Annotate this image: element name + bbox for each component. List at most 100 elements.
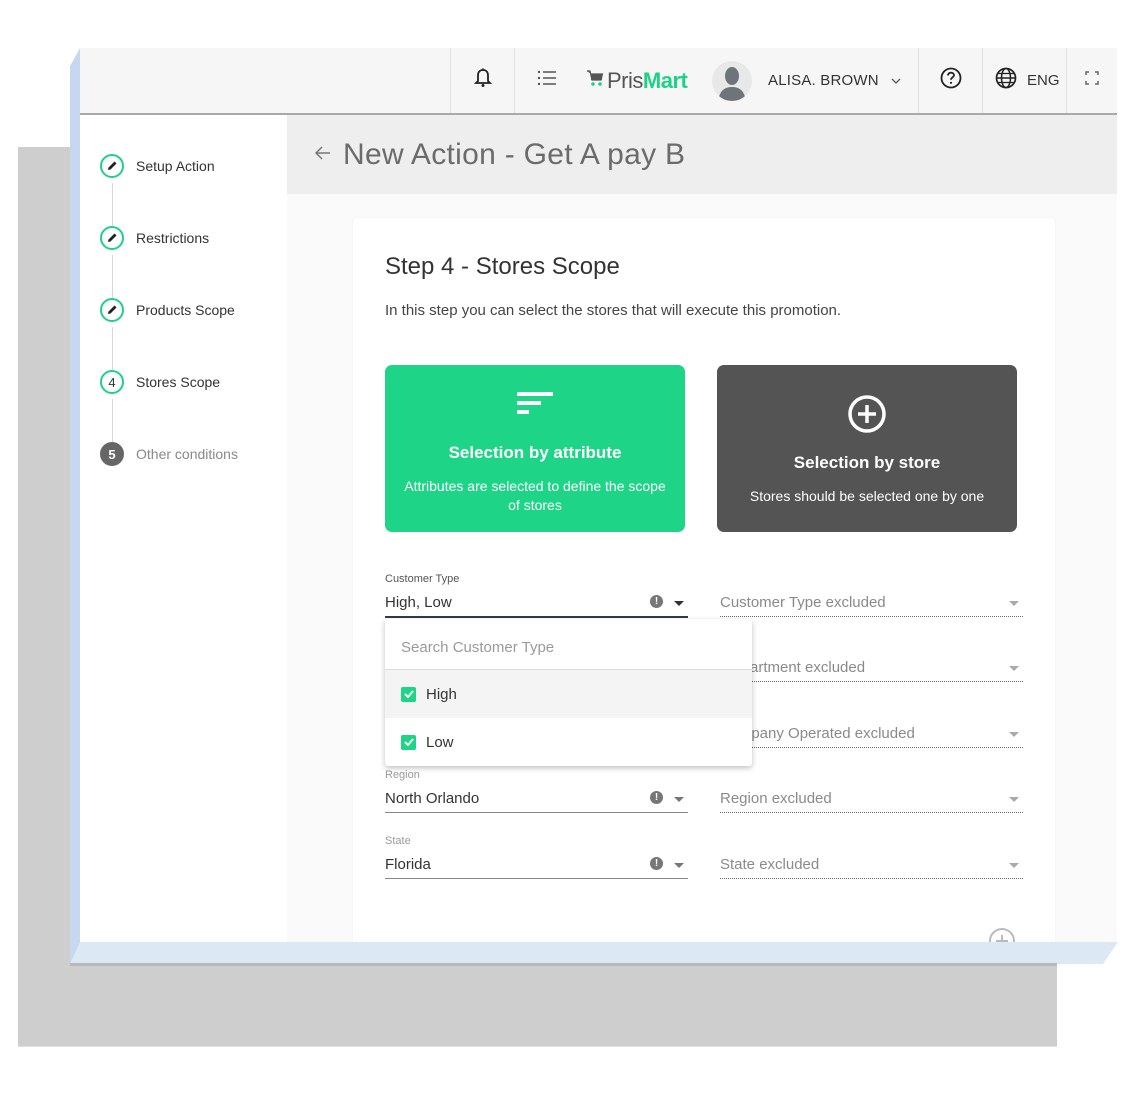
field-underline — [720, 812, 1023, 813]
step-products-scope[interactable]: Products Scope — [100, 298, 235, 322]
field-value: North Orlando — [385, 790, 480, 807]
step-other-conditions[interactable]: 5 Other conditions — [100, 442, 238, 466]
frame-shadow-line — [70, 963, 1057, 966]
field-placeholder: ipany Operated excluded — [748, 725, 915, 742]
step-card: Step 4 - Stores Scope In this step you c… — [353, 218, 1055, 942]
step-setup-action[interactable]: Setup Action — [100, 154, 215, 178]
caret-down-icon — [1009, 601, 1019, 606]
region-excluded-select[interactable]: Region excluded — [720, 769, 1023, 815]
language-label: ENG — [1027, 72, 1060, 89]
warning-icon: ! — [650, 857, 663, 870]
step-marker — [100, 226, 124, 250]
checkbox-checked-icon[interactable] — [401, 686, 416, 702]
step-connector — [112, 183, 113, 229]
brand-name-part2: Mart — [642, 67, 688, 93]
field-label: State — [385, 835, 411, 847]
field-value: High, Low — [385, 594, 452, 611]
field-placeholder: Customer Type excluded — [720, 594, 886, 611]
field-underline — [385, 878, 688, 879]
caret-down-icon — [1009, 732, 1019, 737]
wizard-steps: Setup Action Restrictions Products Scope… — [80, 115, 287, 942]
option-title: Selection by attribute — [448, 443, 622, 462]
step-number: 4 — [100, 370, 124, 394]
field-label: Region — [385, 769, 420, 781]
dropdown-option-low[interactable]: Low — [385, 718, 752, 766]
help-button[interactable] — [918, 48, 982, 113]
field-label: Customer Type — [385, 573, 460, 585]
step-number: 5 — [100, 442, 124, 466]
globe-icon — [995, 67, 1017, 94]
caret-down-icon — [1009, 863, 1019, 868]
plus-circle-icon — [847, 394, 887, 439]
field-underline — [720, 878, 1023, 879]
frame-edge-left — [70, 48, 80, 966]
page-title: New Action - Get A pay B — [343, 137, 686, 171]
cart-icon — [586, 69, 604, 92]
step-stores-scope[interactable]: 4 Stores Scope — [100, 370, 220, 394]
bell-icon — [473, 68, 492, 93]
menu-list-icon — [537, 70, 557, 91]
caret-down-icon — [674, 601, 684, 606]
language-selector[interactable]: ENG — [982, 48, 1066, 113]
pencil-icon — [108, 305, 117, 314]
step-connector — [112, 399, 113, 445]
main-content: New Action - Get A pay B Step 4 - Stores… — [287, 115, 1117, 942]
company-operated-excluded-select[interactable]: ipany Operated excluded — [720, 704, 1023, 750]
department-excluded-select[interactable]: artment excluded — [720, 638, 1023, 684]
option-subtitle: Stores should be selected one by one — [749, 488, 985, 504]
checkbox-checked-icon[interactable] — [401, 734, 416, 750]
app-window: Pris Mart ALISA. BROWN ENG Setup Action … — [80, 48, 1117, 942]
step-label: Products Scope — [136, 302, 235, 318]
help-icon — [940, 67, 962, 94]
notifications-button[interactable] — [450, 48, 514, 113]
customer-type-excluded-select[interactable]: Customer Type excluded — [720, 573, 1023, 619]
frame-edge-bottom — [70, 942, 1118, 964]
option-subtitle: Attributes are selected to define the sc… — [404, 478, 666, 513]
fullscreen-button[interactable] — [1066, 48, 1117, 113]
field-underline — [720, 616, 1023, 617]
pencil-icon — [108, 161, 117, 170]
pencil-icon — [108, 233, 117, 242]
dropdown-option-high[interactable]: High — [385, 670, 752, 718]
back-button[interactable] — [314, 143, 331, 166]
chevron-down-icon — [891, 75, 901, 87]
step-title: Step 4 - Stores Scope — [385, 253, 620, 280]
field-placeholder: State excluded — [720, 856, 820, 873]
option-title: Selection by store — [793, 453, 941, 472]
top-bar: Pris Mart ALISA. BROWN ENG — [80, 48, 1117, 115]
state-excluded-select[interactable]: State excluded — [720, 835, 1023, 881]
region-select[interactable]: Region North Orlando ! — [385, 769, 688, 815]
step-label: Stores Scope — [136, 374, 221, 390]
selection-by-attribute-card[interactable]: Selection by attribute Attributes are se… — [385, 365, 685, 532]
caret-down-icon — [1009, 666, 1019, 671]
add-attribute-button[interactable] — [989, 928, 1015, 942]
step-description: In this step you can select the stores t… — [385, 302, 842, 319]
step-label: Restrictions — [136, 230, 210, 246]
customer-type-select[interactable]: Customer Type High, Low ! — [385, 573, 688, 619]
step-connector — [112, 327, 113, 373]
warning-icon: ! — [650, 791, 663, 804]
caret-down-icon — [674, 863, 684, 868]
step-marker — [100, 154, 124, 178]
arrow-left-icon — [314, 146, 330, 160]
step-connector — [112, 255, 113, 301]
step-label: Other conditions — [136, 446, 238, 462]
state-select[interactable]: State Florida ! — [385, 835, 688, 881]
warning-icon: ! — [650, 595, 663, 608]
fullscreen-icon — [1085, 71, 1099, 90]
caret-down-icon — [674, 797, 684, 802]
brand-logo[interactable]: Pris Mart — [578, 48, 698, 113]
field-underline — [720, 681, 1023, 682]
user-menu[interactable]: ALISA. BROWN — [698, 48, 918, 113]
step-restrictions[interactable]: Restrictions — [100, 226, 209, 250]
field-value: Florida — [385, 856, 431, 873]
field-placeholder: artment excluded — [750, 659, 866, 676]
step-marker — [100, 298, 124, 322]
filter-list-icon — [517, 392, 553, 421]
dropdown-search-input[interactable]: Search Customer Type — [401, 639, 554, 656]
selection-by-store-card[interactable]: Selection by store Stores should be sele… — [717, 365, 1017, 532]
customer-type-dropdown: Search Customer Type High Low — [385, 619, 752, 766]
plus-circle-icon — [996, 935, 1008, 942]
caret-down-icon — [1009, 797, 1019, 802]
menu-button[interactable] — [514, 48, 578, 113]
